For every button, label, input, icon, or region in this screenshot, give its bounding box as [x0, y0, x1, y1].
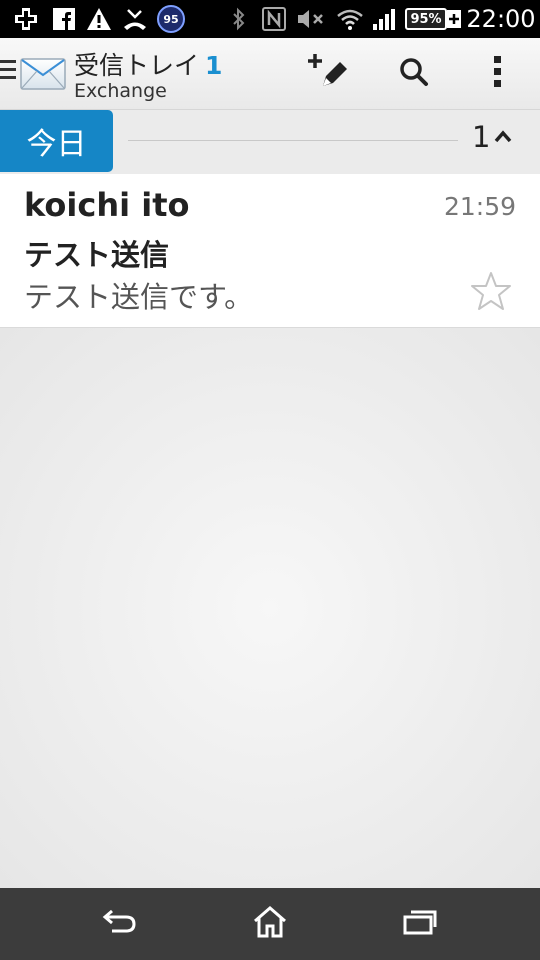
- status-bar[interactable]: 95 95% 22:00: [0, 0, 540, 38]
- unread-count: 1: [205, 51, 223, 80]
- recent-apps-button[interactable]: [390, 898, 450, 950]
- section-label: 今日: [0, 110, 113, 172]
- date-section-header[interactable]: 今日 1: [0, 110, 540, 174]
- signal-icon: [370, 0, 398, 38]
- mute-icon: [294, 0, 328, 38]
- inbox-title: 受信トレイ: [74, 51, 200, 80]
- back-icon: [102, 909, 138, 939]
- message-list-item[interactable]: koichi ito 21:59 テスト送信 テスト送信です。: [0, 174, 540, 328]
- navigation-bar: [0, 888, 540, 960]
- battery-percent: 95%: [405, 8, 447, 30]
- message-sender: koichi ito: [24, 186, 190, 224]
- compose-button[interactable]: [306, 52, 350, 96]
- overflow-menu-button[interactable]: [476, 52, 520, 96]
- message-time: 21:59: [443, 192, 516, 221]
- collapse-caret-icon[interactable]: [494, 128, 512, 147]
- page-title: 受信トレイ 1: [74, 46, 222, 82]
- notification-count: 95: [157, 5, 185, 33]
- wifi-icon: [334, 0, 366, 38]
- back-button[interactable]: [90, 898, 150, 950]
- message-list-empty-area: [0, 328, 540, 888]
- missed-call-icon: [118, 0, 152, 38]
- add-icon: [8, 0, 44, 38]
- status-time: 22:00: [466, 5, 536, 33]
- warning-icon: [84, 0, 114, 38]
- home-icon: [252, 905, 288, 943]
- facebook-icon: [50, 0, 78, 38]
- recent-apps-icon: [402, 908, 438, 940]
- action-bar: 受信トレイ 1 Exchange: [0, 38, 540, 110]
- home-button[interactable]: [240, 898, 300, 950]
- account-name: Exchange: [74, 80, 167, 102]
- search-button[interactable]: [392, 52, 436, 96]
- search-icon: [399, 57, 429, 91]
- email-app-icon[interactable]: [20, 56, 66, 90]
- charging-icon: [446, 0, 462, 38]
- star-icon[interactable]: [470, 270, 512, 312]
- nfc-icon: [260, 0, 288, 38]
- bluetooth-icon: [228, 0, 250, 38]
- section-divider: [128, 140, 458, 141]
- notification-badge: 95: [156, 0, 186, 38]
- battery-icon: 95%: [402, 0, 450, 38]
- section-count: 1: [472, 120, 491, 154]
- message-subject: テスト送信: [24, 238, 170, 272]
- drawer-indicator-icon[interactable]: [0, 60, 16, 80]
- compose-icon: [306, 50, 350, 98]
- overflow-menu-icon: [493, 55, 503, 93]
- message-preview: テスト送信です。: [24, 280, 254, 314]
